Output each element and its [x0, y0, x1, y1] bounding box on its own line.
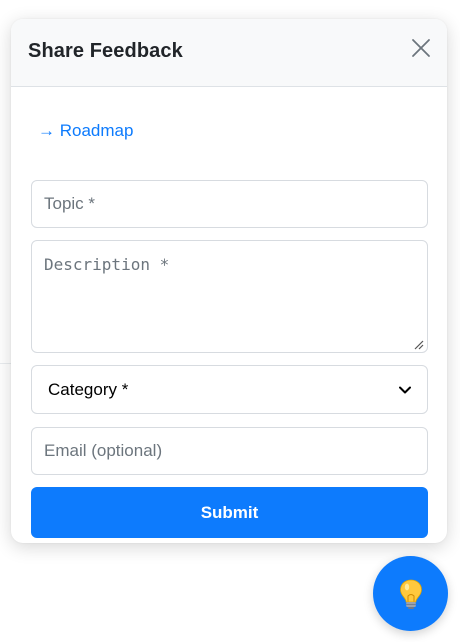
chevron-down-icon	[399, 386, 411, 393]
category-select[interactable]: Category *	[31, 365, 428, 414]
lightbulb-icon	[400, 579, 422, 609]
panel-header: Share Feedback	[11, 19, 447, 87]
category-selected-value: Category *	[48, 379, 129, 399]
topic-input[interactable]	[31, 180, 428, 228]
description-input[interactable]	[31, 240, 428, 353]
close-button[interactable]	[409, 36, 433, 60]
email-input[interactable]	[31, 427, 428, 475]
roadmap-link[interactable]: → Roadmap	[38, 121, 133, 141]
feedback-fab-button[interactable]	[373, 556, 448, 631]
feedback-panel: Share Feedback → Roadmap Category * Subm…	[11, 19, 447, 543]
panel-title: Share Feedback	[28, 40, 183, 62]
close-icon	[412, 39, 430, 57]
resize-grip-icon[interactable]	[414, 340, 424, 350]
submit-button[interactable]: Submit	[31, 487, 428, 538]
